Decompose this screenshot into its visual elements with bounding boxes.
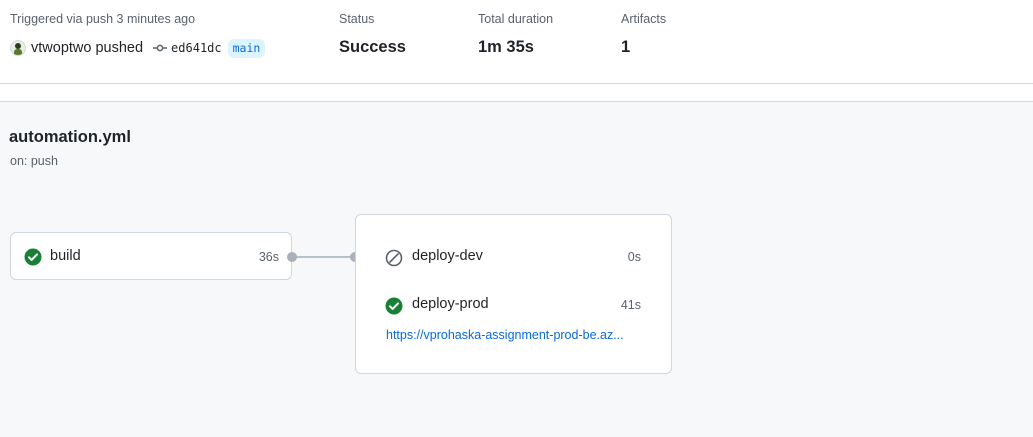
commit-sha-link[interactable]: ed641dc: [171, 41, 222, 55]
job-name: build: [50, 248, 81, 264]
check-circle-fill-icon: [385, 297, 403, 315]
check-circle-fill-icon: [24, 248, 42, 266]
trigger-text: Triggered via push 3 minutes ago: [10, 12, 196, 26]
branch-label[interactable]: main: [227, 38, 266, 58]
workflow-trigger: on: push: [10, 154, 58, 168]
duration-label: Total duration: [478, 12, 554, 26]
trigger-details: vtwoptwo pushed ed641dc main: [10, 38, 266, 58]
job-duration: 0s: [627, 250, 641, 264]
connector-dot: [287, 252, 297, 262]
deploy-jobs-group: deploy-dev 0s deploy-prod 41s https://vp…: [355, 214, 672, 374]
job-duration: 36s: [258, 250, 279, 264]
git-commit-icon: [153, 41, 168, 55]
job-name: deploy-dev: [412, 248, 483, 264]
workflow-name: automation.yml: [9, 128, 131, 146]
duration-value: 1m 35s: [478, 38, 534, 56]
actor-link[interactable]: vtwoptwo pushed: [31, 40, 143, 56]
avatar[interactable]: [10, 40, 26, 56]
run-summary: Triggered via push 3 minutes ago vtwoptw…: [0, 0, 1033, 84]
job-name: deploy-prod: [412, 296, 489, 312]
status-value: Success: [339, 38, 406, 56]
environment-url-link[interactable]: https://vprohaska-assignment-prod-be.az.…: [386, 328, 641, 342]
section-divider: [0, 84, 1033, 102]
job-card-build[interactable]: build 36s: [10, 232, 292, 280]
status-label: Status: [339, 12, 375, 26]
job-duration: 41s: [620, 298, 641, 312]
job-connector: [292, 256, 355, 258]
artifacts-count-link[interactable]: 1: [621, 38, 630, 57]
skip-icon: [385, 249, 403, 267]
artifacts-label: Artifacts: [621, 12, 667, 26]
